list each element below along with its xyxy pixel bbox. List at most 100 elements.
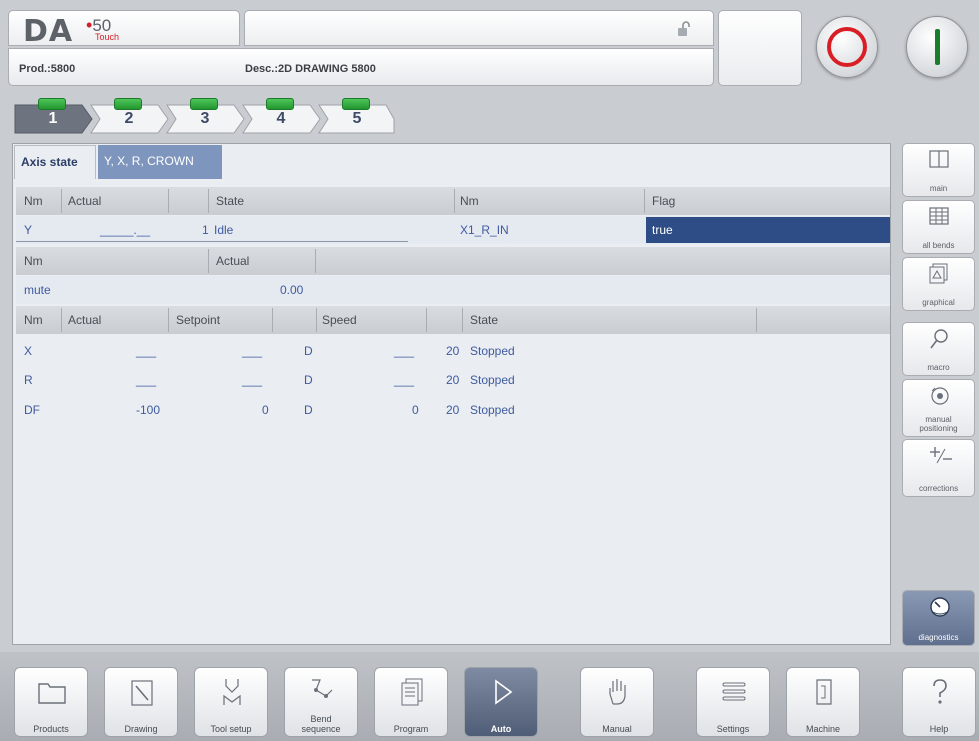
bend-down-icon [190, 98, 218, 110]
sidebar-all-bends-button[interactable]: all bends [902, 200, 975, 254]
sidebar-label: all bends [922, 241, 955, 250]
col-actual: Actual [68, 313, 102, 327]
col-nm: Nm [24, 254, 43, 268]
status-panel [718, 10, 802, 86]
table1-row[interactable]: Y _____.__ 1 Idle X1_R_IN true [16, 216, 890, 244]
logo-text: DA [23, 14, 74, 49]
sidebar-diagnostics-button[interactable]: diagnostics [902, 590, 975, 646]
table3-row[interactable]: X ___ ___ D ___ 20 Stopped [16, 337, 890, 365]
machine-button[interactable]: Machine [786, 667, 860, 737]
axis-name: Y [24, 223, 33, 237]
program-button[interactable]: Program [374, 667, 448, 737]
program-icon [401, 678, 423, 706]
bend-up-icon [38, 98, 66, 110]
axis-actual: -100 [136, 403, 161, 417]
axis-name: R [24, 373, 33, 387]
folder-icon [38, 683, 66, 704]
products-button[interactable]: Products [14, 667, 88, 737]
axis-state: Stopped [470, 373, 515, 387]
hand-icon [609, 679, 626, 705]
sidebar-label: corrections [918, 484, 959, 493]
auto-button[interactable]: Auto [464, 667, 538, 737]
axis-setpoint: ___ [242, 373, 263, 387]
axis-name: DF [24, 403, 40, 417]
sidebar-macro-button[interactable]: macro [902, 322, 975, 376]
bend-step-2[interactable]: 2 [90, 98, 170, 134]
product-number: Prod.:5800 [19, 63, 76, 75]
table3-row[interactable]: DF -100 0 D 0 20 Stopped [16, 396, 890, 424]
tool-setup-button[interactable]: Tool setup [194, 667, 268, 737]
col-speed: Speed [322, 313, 357, 327]
message-bar [244, 10, 714, 46]
axis-setpoint: 0 [262, 403, 269, 417]
stop-button[interactable] [816, 16, 878, 78]
bend-step-number: 4 [276, 110, 286, 127]
tool-icon [223, 679, 241, 705]
bend-step-number: 1 [48, 110, 58, 127]
settings-button[interactable]: Settings [696, 667, 770, 737]
toolbar-label: Settings [716, 724, 750, 734]
col-setpoint: Setpoint [176, 313, 221, 327]
col-nm: Nm [24, 194, 43, 208]
bend-step-3[interactable]: 3 [166, 98, 246, 134]
sidebar-label: main [929, 184, 948, 193]
start-button[interactable] [906, 16, 968, 78]
col-actual: Actual [216, 254, 250, 268]
bend-step-number: 3 [200, 110, 210, 127]
bend-step-5[interactable]: 5 [318, 98, 398, 134]
product-info-bar: Prod.:5800 Desc.:2D DRAWING 5800 [8, 48, 714, 86]
toolbar-label: Manual [602, 724, 632, 734]
axis-number: 20 [446, 344, 460, 358]
graphical-icon [929, 263, 948, 284]
bend-sequence-button[interactable]: Bend sequence [284, 667, 358, 737]
drawing-button[interactable]: Drawing [104, 667, 178, 737]
manual-button[interactable]: Manual [580, 667, 654, 737]
table3-row[interactable]: R ___ ___ D ___ 20 Stopped [16, 366, 890, 394]
flag-value[interactable]: true [646, 217, 890, 243]
play-icon [495, 679, 513, 705]
axis-name: X [24, 344, 33, 358]
sidebar-label: graphical [922, 298, 955, 307]
axis-number: 1 [202, 223, 209, 237]
question-icon [933, 679, 947, 704]
col-nm: Nm [24, 313, 43, 327]
axis-state: Stopped [470, 403, 515, 417]
table2-row[interactable]: mute 0.00 [16, 276, 890, 304]
logo: DA •50 Touch [8, 10, 240, 49]
col-flag: Flag [652, 194, 676, 208]
col-state: State [470, 313, 499, 327]
bend-down-icon [266, 98, 294, 110]
start-icon [935, 29, 940, 65]
bend-step-1[interactable]: 1 [14, 98, 94, 134]
sidebar-label: macro [927, 363, 950, 372]
tab-axis-state[interactable]: Axis state [14, 145, 96, 179]
help-button[interactable]: Help [902, 667, 976, 737]
unlock-icon[interactable] [677, 21, 691, 37]
sidebar-corrections-button[interactable]: corrections [902, 439, 975, 497]
signal-name: mute [24, 283, 51, 297]
axis-number: 20 [446, 373, 460, 387]
sidebar-main-button[interactable]: main [902, 143, 975, 197]
axis-actual: ___ [136, 344, 157, 358]
axis-actual: ___ [136, 373, 157, 387]
axis-setpoint: ___ [242, 344, 263, 358]
table1-header: Nm Actual State Nm Flag [16, 187, 890, 215]
toolbar-label: Drawing [124, 724, 158, 734]
toolbar-label: Help [929, 724, 949, 734]
gauge-icon [930, 597, 950, 617]
toolbar-label: Tool setup [210, 724, 252, 734]
sidebar-manual-positioning-button[interactable]: manual positioning [902, 379, 975, 437]
axis-number: 20 [446, 403, 460, 417]
table3-header: Nm Actual Setpoint Speed State [16, 306, 890, 334]
bend-step-number: 5 [352, 110, 362, 127]
axis-mode: D [304, 344, 313, 358]
settings-list-icon [722, 682, 746, 701]
sidebar-graphical-button[interactable]: graphical [902, 257, 975, 311]
product-description: Desc.:2D DRAWING 5800 [245, 63, 376, 75]
sidebar-label: diagnostics [918, 633, 959, 642]
col-nm2: Nm [460, 194, 479, 208]
drawing-icon [131, 680, 153, 706]
tab-yxr-crown[interactable]: Y, X, R, CROWN [98, 145, 222, 179]
bend-step-4[interactable]: 4 [242, 98, 322, 134]
col-state: State [216, 194, 245, 208]
